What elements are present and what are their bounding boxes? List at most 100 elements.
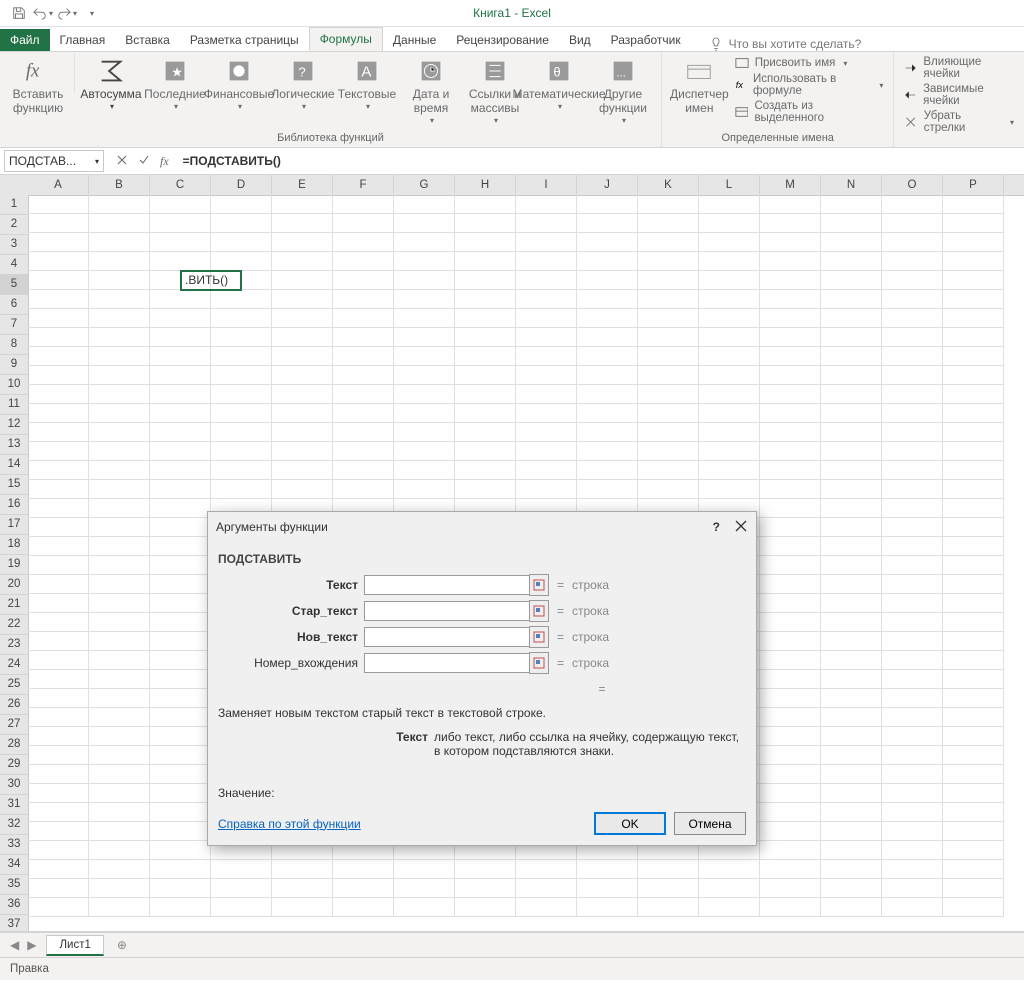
column-headers[interactable]: ABCDEFGHIJKLMNOP [28, 175, 1024, 196]
row-header[interactable]: 19 [0, 555, 28, 575]
add-sheet-button[interactable]: ⊕ [112, 935, 132, 955]
row-header[interactable]: 10 [0, 375, 28, 395]
recently-used-button[interactable]: ★Последние▾ [143, 54, 207, 111]
cancel-formula-icon[interactable] [116, 154, 128, 169]
arg-input-0[interactable] [364, 575, 530, 595]
col-header[interactable]: A [28, 175, 89, 195]
row-header[interactable]: 14 [0, 455, 28, 475]
redo-icon[interactable]: ▾ [56, 2, 78, 24]
row-header[interactable]: 3 [0, 235, 28, 255]
col-header[interactable]: O [882, 175, 943, 195]
text-button[interactable]: AТекстовые▾ [335, 54, 399, 111]
enter-formula-icon[interactable] [138, 154, 150, 169]
row-header[interactable]: 11 [0, 395, 28, 415]
col-header[interactable]: P [943, 175, 1004, 195]
trace-precedents-button[interactable]: Влияющие ячейки [904, 56, 1014, 80]
row-header[interactable]: 21 [0, 595, 28, 615]
name-box[interactable]: ПОДСТАВ...▾ [4, 150, 104, 172]
create-from-selection-button[interactable]: Создать из выделенного [735, 100, 884, 124]
row-header[interactable]: 29 [0, 755, 28, 775]
row-header[interactable]: 1 [0, 195, 28, 215]
sheet-nav-prev-icon[interactable]: ◀ [10, 938, 19, 952]
row-header[interactable]: 22 [0, 615, 28, 635]
row-header[interactable]: 37 [0, 915, 28, 932]
col-header[interactable]: K [638, 175, 699, 195]
row-header[interactable]: 30 [0, 775, 28, 795]
formula-input[interactable]: =ПОДСТАВИТЬ() [177, 154, 1024, 168]
use-in-formula-button[interactable]: fxИспользовать в формуле▾ [735, 73, 884, 97]
col-header[interactable]: E [272, 175, 333, 195]
col-header[interactable]: N [821, 175, 882, 195]
row-header[interactable]: 28 [0, 735, 28, 755]
row-header[interactable]: 15 [0, 475, 28, 495]
remove-arrows-button[interactable]: Убрать стрелки▾ [904, 110, 1014, 134]
row-header[interactable]: 36 [0, 895, 28, 915]
row-header[interactable]: 2 [0, 215, 28, 235]
col-header[interactable]: D [211, 175, 272, 195]
sheet-nav-next-icon[interactable]: ▶ [27, 938, 36, 952]
range-selector-icon[interactable] [529, 574, 549, 596]
sheet-tab-1[interactable]: Лист1 [46, 935, 103, 956]
row-header[interactable]: 20 [0, 575, 28, 595]
col-header[interactable]: F [333, 175, 394, 195]
row-header[interactable]: 8 [0, 335, 28, 355]
tab-insert[interactable]: Вставка [115, 29, 180, 51]
dialog-close-icon[interactable] [734, 519, 748, 536]
spreadsheet-grid[interactable]: ABCDEFGHIJKLMNOP 12345678910111213141516… [0, 175, 1024, 932]
select-all-corner[interactable] [0, 175, 29, 196]
row-header[interactable]: 12 [0, 415, 28, 435]
row-header[interactable]: 4 [0, 255, 28, 275]
name-manager-button[interactable]: Диспетчер имен [668, 54, 731, 116]
fx-icon[interactable]: fx [160, 154, 169, 169]
tell-me-search[interactable]: Что вы хотите сделать? [709, 37, 862, 51]
range-selector-icon[interactable] [529, 600, 549, 622]
dialog-help-icon[interactable]: ? [713, 520, 720, 534]
row-header[interactable]: 31 [0, 795, 28, 815]
row-header[interactable]: 26 [0, 695, 28, 715]
define-name-button[interactable]: Присвоить имя▾ [735, 56, 884, 70]
logical-button[interactable]: ?Логические▾ [271, 54, 335, 111]
range-selector-icon[interactable] [529, 626, 549, 648]
row-header[interactable]: 7 [0, 315, 28, 335]
col-header[interactable]: I [516, 175, 577, 195]
tab-review[interactable]: Рецензирование [446, 29, 559, 51]
row-header[interactable]: 16 [0, 495, 28, 515]
row-header[interactable]: 13 [0, 435, 28, 455]
range-selector-icon[interactable] [529, 652, 549, 674]
row-header[interactable]: 24 [0, 655, 28, 675]
dialog-titlebar[interactable]: Аргументы функции ? [208, 512, 756, 542]
row-header[interactable]: 5 [0, 275, 28, 295]
col-header[interactable]: M [760, 175, 821, 195]
col-header[interactable]: H [455, 175, 516, 195]
row-header[interactable]: 34 [0, 855, 28, 875]
undo-icon[interactable]: ▾ [32, 2, 54, 24]
tab-formulas[interactable]: Формулы [309, 27, 383, 51]
row-header[interactable]: 23 [0, 635, 28, 655]
tab-data[interactable]: Данные [383, 29, 446, 51]
col-header[interactable]: G [394, 175, 455, 195]
row-header[interactable]: 33 [0, 835, 28, 855]
arg-input-1[interactable] [364, 601, 530, 621]
row-header[interactable]: 27 [0, 715, 28, 735]
more-functions-button[interactable]: ...Другие функции▾ [591, 54, 655, 125]
col-header[interactable]: J [577, 175, 638, 195]
datetime-button[interactable]: Дата и время▾ [399, 54, 463, 125]
col-header[interactable]: L [699, 175, 760, 195]
tab-view[interactable]: Вид [559, 29, 601, 51]
tab-home[interactable]: Главная [50, 29, 116, 51]
insert-function-button[interactable]: fxВставить функцию [6, 54, 70, 116]
save-icon[interactable] [8, 2, 30, 24]
dialog-ok-button[interactable]: OK [594, 812, 666, 835]
arg-input-3[interactable] [364, 653, 530, 673]
qat-customize-icon[interactable]: ▾ [80, 2, 102, 24]
dialog-help-link[interactable]: Справка по этой функции [218, 817, 361, 831]
tab-developer[interactable]: Разработчик [601, 29, 691, 51]
row-header[interactable]: 32 [0, 815, 28, 835]
tab-file[interactable]: Файл [0, 29, 50, 51]
arg-input-2[interactable] [364, 627, 530, 647]
col-header[interactable]: B [89, 175, 150, 195]
dialog-cancel-button[interactable]: Отмена [674, 812, 746, 835]
row-header[interactable]: 17 [0, 515, 28, 535]
autosum-button[interactable]: Автосумма▾ [79, 54, 143, 111]
trace-dependents-button[interactable]: Зависимые ячейки [904, 83, 1014, 107]
